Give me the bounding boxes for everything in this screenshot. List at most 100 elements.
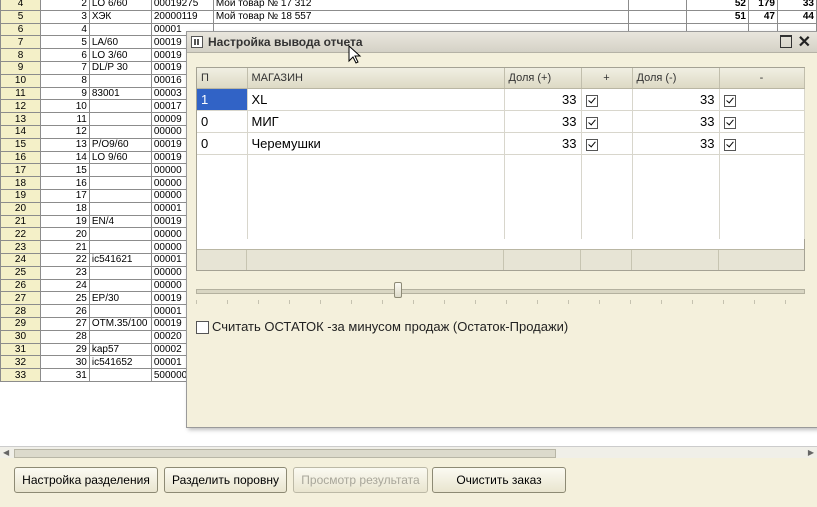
empty-cell[interactable] — [628, 9, 688, 24]
plus-share-cell[interactable]: 33 — [504, 110, 582, 133]
row-number[interactable]: 17 — [0, 163, 41, 178]
row-number[interactable]: 33 — [0, 368, 41, 382]
article-cell[interactable] — [88, 112, 152, 126]
store-name-cell[interactable]: Черемушки — [247, 132, 505, 155]
column-header-p[interactable]: П — [197, 68, 248, 89]
scroll-right-icon[interactable]: ▶ — [808, 448, 814, 457]
article-cell[interactable]: DL/P 30 — [88, 60, 152, 75]
row-number[interactable]: 10 — [0, 73, 41, 88]
article-cell[interactable]: EN/4 — [88, 214, 152, 229]
minus-checkbox-cell[interactable] — [719, 132, 805, 155]
row-number[interactable]: 19 — [0, 188, 41, 203]
value-c-cell[interactable]: 33 — [776, 0, 817, 11]
value-c-cell[interactable]: 44 — [776, 9, 817, 24]
remainder-checkbox[interactable] — [196, 321, 209, 335]
remainder-option[interactable]: Считать ОСТАТОК -за минусом продаж (Оста… — [196, 319, 568, 335]
minus-checkbox-cell[interactable] — [719, 88, 805, 111]
scrollbar-thumb[interactable] — [14, 449, 556, 458]
article-cell[interactable] — [88, 329, 152, 344]
row-index[interactable]: 22 — [39, 252, 90, 267]
row-index[interactable]: 10 — [39, 99, 90, 114]
name-cell[interactable]: Мой товар № 18 557 — [212, 9, 630, 24]
column-header-plus-share[interactable]: Доля (+) — [504, 68, 582, 89]
plus-share-cell[interactable]: 33 — [504, 132, 582, 155]
row-index[interactable]: 14 — [39, 150, 90, 165]
article-cell[interactable]: ic541652 — [88, 355, 152, 370]
row-number[interactable]: 13 — [0, 112, 41, 126]
row-number[interactable]: 16 — [0, 150, 41, 165]
article-cell[interactable]: kap57 — [88, 342, 152, 357]
row-number[interactable]: 30 — [0, 329, 41, 344]
article-cell[interactable]: OTM.35/100 — [88, 316, 152, 331]
row-number[interactable]: 9 — [0, 60, 41, 75]
row-number[interactable]: 20 — [0, 201, 41, 216]
article-cell[interactable]: LO 9/60 — [88, 150, 152, 165]
row-number[interactable]: 12 — [0, 99, 41, 114]
plus-checkbox-cell[interactable] — [581, 88, 633, 111]
article-cell[interactable]: EP/30 — [88, 291, 152, 306]
article-cell[interactable] — [88, 176, 152, 190]
sheet-row[interactable]: 4 2 LO 6/60 00019275 Мой товар № 17 312 52 179… — [0, 0, 817, 11]
value-b-cell[interactable]: 47 — [748, 9, 778, 24]
store-row[interactable]: 1 XL 33 33 — [197, 88, 805, 111]
article-cell[interactable]: ХЭК — [88, 9, 152, 24]
article-cell[interactable] — [88, 22, 152, 37]
store-row[interactable]: 0 МИГ 33 33 — [197, 110, 805, 133]
row-index[interactable]: 26 — [39, 304, 90, 318]
priority-cell[interactable]: 0 — [197, 132, 248, 155]
split-settings-button[interactable]: Настройка разделения — [14, 467, 158, 493]
row-number[interactable]: 26 — [0, 278, 41, 293]
column-header-minus-share[interactable]: Доля (-) — [632, 68, 720, 89]
row-index[interactable]: 27 — [39, 316, 90, 331]
row-index[interactable]: 28 — [39, 329, 90, 344]
article-cell[interactable]: P/O9/60 — [88, 137, 152, 152]
article-cell[interactable] — [88, 368, 152, 382]
row-index[interactable]: 15 — [39, 163, 90, 178]
article-cell[interactable] — [88, 163, 152, 178]
minus-share-cell[interactable]: 33 — [632, 88, 720, 111]
article-cell[interactable]: LO 3/60 — [88, 48, 152, 62]
article-cell[interactable]: LA/60 — [88, 35, 152, 50]
slider-track[interactable] — [196, 289, 805, 294]
row-number[interactable]: 23 — [0, 240, 41, 254]
row-index[interactable]: 11 — [39, 112, 90, 126]
row-number[interactable]: 18 — [0, 176, 41, 190]
article-cell[interactable] — [88, 201, 152, 216]
row-number[interactable]: 15 — [0, 137, 41, 152]
article-cell[interactable] — [88, 188, 152, 203]
minus-checkbox[interactable] — [723, 116, 736, 129]
sheet-row[interactable]: 5 3 ХЭК 20000119 Мой товар № 18 557 51 47 44 — [0, 9, 817, 24]
minus-share-cell[interactable]: 33 — [632, 110, 720, 133]
report-output-dialog[interactable]: Настройка вывода отчета ✕ П МАГАЗИН Доля… — [186, 31, 817, 428]
row-index[interactable]: 17 — [39, 188, 90, 203]
row-index[interactable]: 30 — [39, 355, 90, 370]
plus-checkbox-cell[interactable] — [581, 110, 633, 133]
row-number[interactable]: 25 — [0, 265, 41, 280]
article-cell[interactable]: ic541621 — [88, 252, 152, 267]
plus-checkbox[interactable] — [585, 138, 598, 151]
row-number[interactable]: 32 — [0, 355, 41, 370]
article-cell[interactable] — [88, 227, 152, 242]
row-index[interactable]: 23 — [39, 265, 90, 280]
row-index[interactable]: 9 — [39, 86, 90, 101]
row-index[interactable]: 7 — [39, 60, 90, 75]
clear-order-button[interactable]: Очистить заказ — [432, 467, 566, 493]
code-cell[interactable]: 00019275 — [150, 0, 214, 11]
row-index[interactable]: 29 — [39, 342, 90, 357]
priority-cell[interactable]: 0 — [197, 110, 248, 133]
row-index[interactable]: 4 — [39, 22, 90, 37]
store-name-cell[interactable]: МИГ — [247, 110, 505, 133]
article-cell[interactable] — [88, 73, 152, 88]
value-b-cell[interactable]: 179 — [748, 0, 778, 11]
row-index[interactable]: 25 — [39, 291, 90, 306]
value-a-cell[interactable]: 52 — [686, 0, 749, 11]
row-index[interactable]: 2 — [39, 0, 90, 11]
row-number[interactable]: 21 — [0, 214, 41, 229]
minus-checkbox[interactable] — [723, 138, 736, 151]
article-cell[interactable] — [88, 124, 152, 139]
row-number[interactable]: 14 — [0, 124, 41, 139]
name-cell[interactable]: Мой товар № 17 312 — [212, 0, 630, 11]
row-number[interactable]: 6 — [0, 22, 41, 37]
row-index[interactable]: 19 — [39, 214, 90, 229]
row-index[interactable]: 12 — [39, 124, 90, 139]
